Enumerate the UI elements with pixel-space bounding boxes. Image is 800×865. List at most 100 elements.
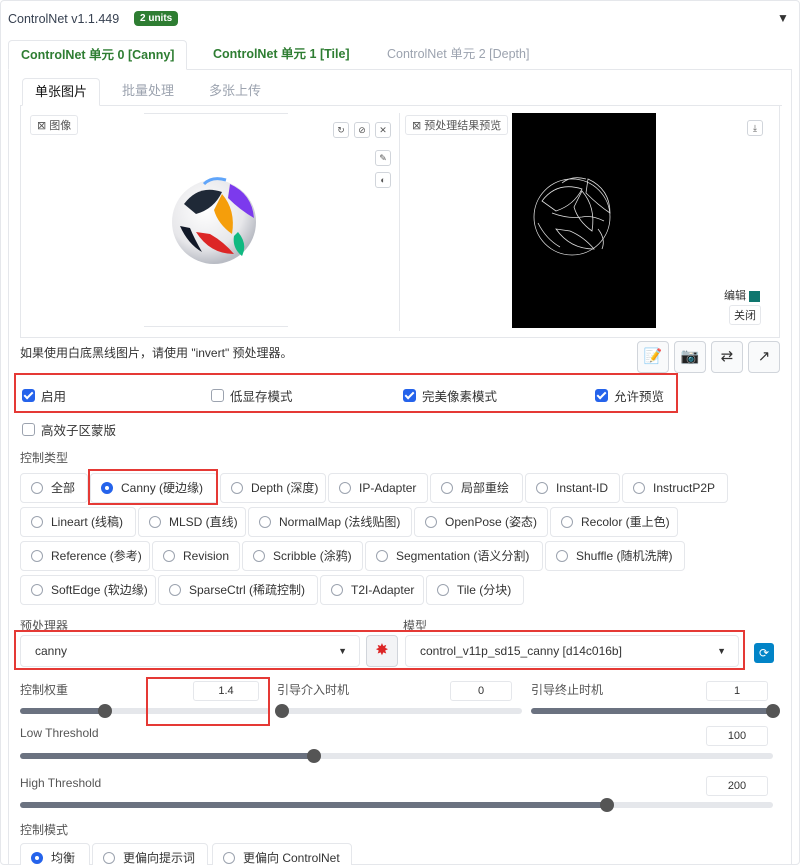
control-mode-option[interactable]: 更偏向 ControlNet bbox=[212, 843, 352, 865]
eraser-icon[interactable]: ⊘ bbox=[354, 122, 370, 138]
preprocessor-dropdown[interactable]: canny ▼ bbox=[20, 635, 360, 667]
radio-icon bbox=[31, 549, 43, 562]
control-type-option[interactable]: Reference (参考) bbox=[20, 541, 150, 571]
control-type-option-label: NormalMap (法线贴图) bbox=[279, 515, 401, 529]
tab-multi-upload[interactable]: 多张上传 bbox=[197, 78, 273, 106]
slider-thumb[interactable] bbox=[766, 704, 780, 718]
control-type-option-label: SoftEdge (软边缘) bbox=[51, 583, 148, 597]
clear-icon[interactable]: ✕ bbox=[375, 122, 391, 138]
highlight-weight bbox=[146, 677, 270, 726]
run-preprocessor-icon[interactable]: ✸ bbox=[366, 635, 398, 667]
mask-upload-checkbox[interactable]: 高效子区蒙版 bbox=[22, 420, 116, 439]
control-type-option[interactable]: OpenPose (姿态) bbox=[414, 507, 548, 537]
tab-unit-2[interactable]: ControlNet 单元 2 [Depth] bbox=[375, 40, 541, 70]
refresh-models-icon[interactable]: ⟳ bbox=[754, 643, 774, 663]
chevron-down-icon: ▼ bbox=[338, 646, 347, 656]
checkbox-icon bbox=[22, 423, 35, 436]
slider-thumb[interactable] bbox=[275, 704, 289, 718]
control-type-option[interactable]: Tile (分块) bbox=[426, 575, 524, 605]
panel-title[interactable]: ControlNet v1.1.449 bbox=[8, 12, 119, 26]
input-image-frame[interactable] bbox=[144, 113, 288, 327]
brush-icon[interactable]: ✎ bbox=[375, 150, 391, 166]
start-slider[interactable] bbox=[275, 704, 522, 718]
control-type-option[interactable]: Scribble (涂鸦) bbox=[242, 541, 363, 571]
download-icon[interactable]: ⤓ bbox=[747, 120, 763, 136]
radio-icon bbox=[253, 549, 265, 562]
high-threshold-input[interactable]: 200 bbox=[706, 776, 768, 796]
control-type-option[interactable]: InstructP2P bbox=[622, 473, 728, 503]
highlight-checkbox-row bbox=[14, 373, 678, 413]
model-dropdown[interactable]: control_v11p_sd15_canny [d14c016b] ▼ bbox=[405, 635, 739, 667]
end-slider[interactable] bbox=[531, 704, 780, 718]
invert-hint: 如果使用白底黑线图片，请使用 "invert" 预处理器。 bbox=[20, 346, 293, 360]
radio-icon bbox=[223, 851, 235, 864]
radio-icon bbox=[633, 481, 645, 494]
control-type-option[interactable]: NormalMap (法线贴图) bbox=[248, 507, 412, 537]
preprocessor-preview-image bbox=[512, 113, 656, 328]
radio-icon bbox=[31, 583, 43, 596]
swap-icon[interactable]: ⇄ bbox=[711, 341, 743, 373]
control-mode-option[interactable]: 均衡 bbox=[20, 843, 90, 865]
close-preview-button[interactable]: 关闭 bbox=[729, 305, 761, 325]
control-mode-option-label: 均衡 bbox=[51, 851, 76, 865]
slider-thumb[interactable] bbox=[306, 749, 321, 763]
tab-batch[interactable]: 批量处理 bbox=[110, 78, 186, 106]
collapse-triangle-icon[interactable]: ▼ bbox=[777, 11, 789, 25]
control-mode-option[interactable]: 更偏向提示词 bbox=[92, 843, 208, 865]
radio-icon bbox=[169, 583, 181, 596]
edit-link[interactable]: 编辑 bbox=[724, 287, 761, 303]
unit-tabs: ControlNet 单元 0 [Canny] ControlNet 单元 1 … bbox=[8, 40, 792, 70]
high-threshold-label: High Threshold bbox=[20, 776, 102, 790]
end-input[interactable]: 1 bbox=[706, 681, 768, 701]
control-type-option[interactable]: Shuffle (随机洗牌) bbox=[545, 541, 685, 571]
radio-icon bbox=[149, 515, 161, 528]
tab-single-image[interactable]: 单张图片 bbox=[22, 78, 101, 106]
control-type-option[interactable]: Instant-ID bbox=[525, 473, 620, 503]
control-type-option[interactable]: Revision bbox=[152, 541, 240, 571]
control-type-option-label: Instant-ID bbox=[556, 481, 609, 495]
image-area bbox=[20, 106, 780, 338]
radio-icon bbox=[561, 515, 573, 528]
control-type-option[interactable]: Segmentation (语义分割) bbox=[365, 541, 543, 571]
slider-thumb[interactable] bbox=[98, 704, 112, 718]
radio-icon bbox=[339, 481, 351, 494]
control-type-option[interactable]: 全部 bbox=[20, 473, 88, 503]
control-type-option-label: 局部重绘 bbox=[461, 481, 510, 495]
control-mode-option-label: 更偏向 ControlNet bbox=[243, 851, 340, 865]
radio-icon bbox=[31, 851, 43, 864]
control-type-option-label: InstructP2P bbox=[653, 481, 716, 495]
send-dimensions-icon[interactable]: ↗ bbox=[748, 341, 780, 373]
control-type-option[interactable]: IP-Adapter bbox=[328, 473, 428, 503]
low-vram-checkbox[interactable]: 低显存模式 bbox=[211, 386, 293, 405]
low-threshold-slider[interactable] bbox=[20, 749, 773, 763]
control-type-option-label: Reference (参考) bbox=[51, 549, 142, 563]
radio-icon bbox=[31, 515, 43, 528]
control-type-option-label: Segmentation (语义分割) bbox=[396, 549, 530, 563]
start-input[interactable]: 0 bbox=[450, 681, 512, 701]
tab-unit-0[interactable]: ControlNet 单元 0 [Canny] bbox=[8, 40, 188, 70]
camera-icon[interactable]: 📷 bbox=[674, 341, 706, 373]
control-type-option-label: 全部 bbox=[51, 481, 76, 495]
control-type-option[interactable]: SoftEdge (软边缘) bbox=[20, 575, 156, 605]
rotate-icon[interactable]: ↻ bbox=[333, 122, 349, 138]
control-type-option[interactable]: T2I-Adapter bbox=[320, 575, 424, 605]
control-type-option[interactable]: Depth (深度) bbox=[220, 473, 326, 503]
low-threshold-input[interactable]: 100 bbox=[706, 726, 768, 746]
control-type-option[interactable]: Recolor (重上色) bbox=[550, 507, 678, 537]
control-type-option[interactable]: MLSD (直线) bbox=[138, 507, 246, 537]
control-type-option[interactable]: Lineart (线稿) bbox=[20, 507, 136, 537]
control-type-option-label: Depth (深度) bbox=[251, 481, 319, 495]
image-panel-label: ⊠ 图像 bbox=[30, 115, 79, 135]
allow-preview-checkbox[interactable]: 允许预览 bbox=[595, 386, 664, 405]
palette-icon[interactable]: ◐ bbox=[375, 172, 391, 188]
notepad-icon[interactable]: 📝 bbox=[637, 341, 669, 373]
pixel-perfect-checkbox[interactable]: 完美像素模式 bbox=[403, 386, 497, 405]
control-type-option[interactable]: SparseCtrl (稀疏控制) bbox=[158, 575, 318, 605]
enable-checkbox[interactable]: 启用 bbox=[22, 386, 66, 405]
control-type-option[interactable]: 局部重绘 bbox=[430, 473, 523, 503]
high-threshold-slider[interactable] bbox=[20, 798, 773, 812]
image-icon: ⊠ bbox=[37, 120, 47, 132]
tab-unit-1[interactable]: ControlNet 单元 1 [Tile] bbox=[201, 40, 362, 70]
control-type-label: 控制类型 bbox=[20, 451, 69, 465]
checkbox-icon bbox=[403, 389, 416, 402]
